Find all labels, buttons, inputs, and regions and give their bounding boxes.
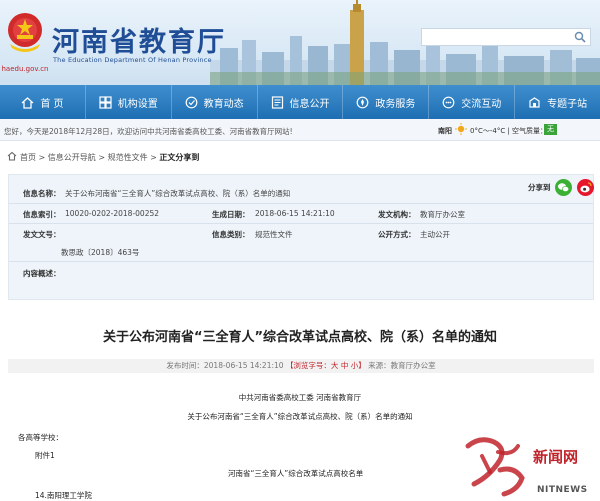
watermark-text-cn: 新闻网: [533, 448, 579, 466]
nav-item-label: 教育动态: [203, 98, 244, 110]
weather-widget: 南阳: [438, 126, 452, 136]
nanyang-calligraphy-logo: [465, 437, 525, 497]
list-item: 14.南阳理工学院: [35, 491, 92, 500]
breadcrumb-current: 正文分享到: [159, 153, 200, 162]
article-issuer: 中共河南省委高校工委 河南省教育厅: [238, 393, 362, 402]
org-icon: [99, 95, 112, 109]
nav-item-label: 首 页: [40, 98, 64, 110]
article-meta: 发布时间：2018-06-15 14:21:10 【浏览字号：大 中 小】 来源…: [8, 359, 594, 373]
air-quality-badge: 无: [544, 124, 557, 135]
news-icon: [185, 96, 198, 108]
info-category-value: 规范性文件: [255, 230, 293, 239]
site-url: haedu.gov.cn: [1, 65, 49, 73]
article-list-title: 河南省“三全育人”综合改革试点高校名单: [228, 469, 364, 478]
info-date-label: 生成日期：: [212, 210, 250, 219]
watermark-text-en: NITNEWS: [537, 485, 588, 495]
nav-item-interaction[interactable]: 交流互动: [429, 85, 516, 119]
font-size-control[interactable]: 【浏览字号：大 中 小】: [286, 361, 366, 370]
site-header: haedu.gov.cn 河南省教育厅 The Education Depart…: [0, 0, 600, 85]
service-icon: [356, 96, 369, 108]
info-org-value: 教育厅办公室: [420, 210, 465, 219]
info-mode-label: 公开方式：: [378, 230, 416, 239]
nav-item-news[interactable]: 教育动态: [172, 85, 258, 119]
divider: [9, 261, 593, 262]
air-quality-label: 空气质量：: [512, 127, 548, 135]
nav-item-label: 机构设置: [117, 98, 158, 110]
search-icon[interactable]: [574, 31, 586, 43]
article-doc-title: 关于公布河南省“三全育人”综合改革试点高校、院（系）名单的通知: [187, 412, 413, 421]
article-source: 来源：教育厅办公室: [368, 361, 436, 370]
search-input[interactable]: [421, 28, 591, 46]
chat-icon: [442, 96, 455, 108]
share-label: 分享到: [528, 183, 551, 192]
article-attachment: 附件1: [35, 451, 55, 460]
welcome-text: 您好，今天是2018年12月28日，欢迎访问中共河南省委高校工委、河南省教育厅网…: [4, 127, 293, 136]
info-docno-label: 发文文号：: [23, 230, 61, 239]
info-name-value: 关于公布河南省“三全育人”综合改革试点高校、院（系）名单的通知: [65, 189, 291, 198]
info-name-label: 信息名称：: [23, 189, 61, 198]
nav-item-subsite[interactable]: 专题子站: [515, 85, 600, 119]
breadcrumb-item-regulations[interactable]: 规范性文件: [108, 153, 148, 162]
info-index-label: 信息索引：: [23, 210, 61, 219]
weather-city: 南阳: [438, 127, 452, 135]
breadcrumb-trail: 首页 > 信息公开导航 > 规范性文件 > 正文分享到: [20, 152, 199, 163]
divider: [9, 223, 593, 224]
breadcrumb-separator: >: [98, 153, 108, 162]
article-publish-time: 发布时间：2018-06-15 14:21:10: [166, 361, 284, 370]
divider: [9, 203, 593, 204]
info-summary-label: 内容概述：: [23, 269, 61, 278]
site-subtitle: The Education Department Of Henan Provin…: [53, 56, 212, 64]
welcome-bar: 您好，今天是2018年12月28日，欢迎访问中共河南省委高校工委、河南省教育厅网…: [0, 119, 600, 141]
breadcrumb-separator: >: [150, 153, 160, 162]
breadcrumb-item-home[interactable]: 首页: [20, 153, 36, 162]
subsite-icon: [529, 96, 540, 108]
nav-item-home[interactable]: 首 页: [0, 85, 86, 119]
nav-item-service[interactable]: 政务服务: [343, 85, 430, 119]
nav-item-info[interactable]: 信息公开: [258, 85, 344, 119]
info-date-value: 2018-06-15 14:21:10: [255, 209, 335, 218]
info-index-value: 10020-0202-2018-00252: [65, 209, 160, 218]
info-org-label: 发文机构：: [378, 210, 416, 219]
breadcrumb-item-info-nav[interactable]: 信息公开导航: [48, 153, 96, 162]
nav-item-label: 交流互动: [461, 98, 502, 110]
info-metadata-panel: 信息名称： 关于公布河南省“三全育人”综合改革试点高校、院（系）名单的通知 分享…: [8, 174, 594, 300]
info-icon: [271, 95, 283, 109]
sun-icon: [455, 123, 467, 135]
breadcrumb: 首页 > 信息公开导航 > 规范性文件 > 正文分享到: [0, 149, 600, 165]
nav-item-label: 专题子站: [547, 98, 588, 110]
weather-temp: 0°C～-4°C | 空气质量：: [470, 127, 548, 135]
site-title: 河南省教育厅: [52, 27, 226, 58]
home-icon: [21, 96, 34, 109]
article-title: 关于公布河南省“三全育人”综合改革试点高校、院（系）名单的通知: [102, 330, 498, 345]
nav-item-label: 信息公开: [289, 98, 330, 110]
national-emblem-icon: [8, 13, 42, 52]
nav-item-label: 政务服务: [375, 98, 416, 110]
home-icon: [7, 151, 17, 161]
article-salutation: 各高等学校：: [18, 433, 63, 442]
nav-item-org[interactable]: 机构设置: [86, 85, 172, 119]
main-nav: 首 页 机构设置 教育动态 信息公开 政务服务 交流互动 专题子站: [0, 85, 600, 119]
info-docno-value: 教思政〔2018〕463号: [61, 248, 140, 257]
info-category-label: 信息类别：: [212, 230, 250, 239]
info-mode-value: 主动公开: [420, 230, 450, 239]
wechat-share-icon[interactable]: [555, 179, 572, 196]
weibo-share-icon[interactable]: [577, 179, 594, 196]
breadcrumb-separator: >: [38, 153, 48, 162]
